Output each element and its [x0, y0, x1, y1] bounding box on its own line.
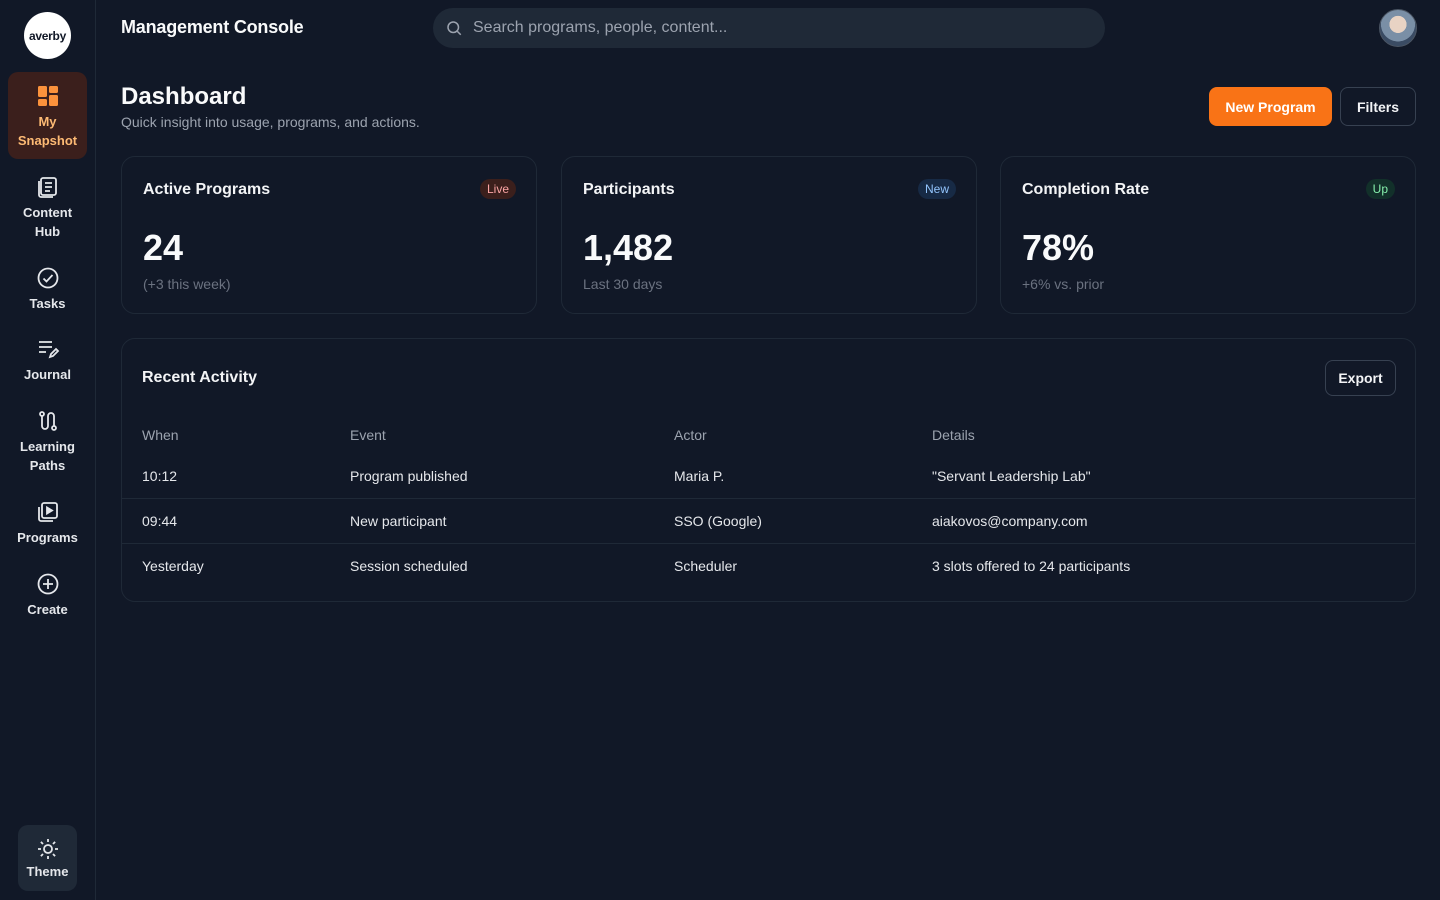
- cell-details: aiakovos@company.com: [932, 513, 1088, 529]
- stat-card-participants: Participants New 1,482 Last 30 days: [561, 156, 977, 314]
- table-row[interactable]: 10:12 Program published Maria P. "Servan…: [122, 453, 1415, 498]
- sidebar-item-label: Content Hub: [22, 205, 73, 239]
- page-title: Dashboard: [121, 83, 247, 110]
- cell-event: Session scheduled: [350, 558, 468, 574]
- cell-details: 3 slots offered to 24 participants: [932, 558, 1131, 574]
- stat-value: 1,482: [583, 227, 674, 268]
- sidebar: averby My Snapshot Content Hub Tasks Jou…: [0, 0, 96, 900]
- theme-label: Theme: [26, 864, 69, 879]
- theme-toggle-button[interactable]: Theme: [18, 825, 77, 891]
- grid-icon: [37, 86, 58, 106]
- stat-title: Active Programs: [143, 181, 271, 198]
- avatar[interactable]: [1379, 9, 1417, 47]
- sidebar-item-learning-paths[interactable]: Learning Paths: [8, 409, 87, 475]
- search-bar[interactable]: [433, 8, 1105, 48]
- column-header-event[interactable]: Event: [350, 427, 386, 443]
- column-header-actor[interactable]: Actor: [674, 427, 707, 443]
- cell-when: 09:44: [142, 513, 178, 529]
- cell-event: Program published: [350, 467, 468, 484]
- brand-logo[interactable]: averby: [24, 12, 71, 59]
- play-stack-icon: [37, 502, 58, 522]
- app-title: Management Console: [121, 17, 304, 37]
- sidebar-item-content-hub[interactable]: Content Hub: [8, 175, 87, 241]
- edit-lines-icon: [38, 341, 59, 359]
- panel-title: Recent Activity: [142, 369, 257, 386]
- sidebar-item-journal[interactable]: Journal: [8, 337, 87, 384]
- sidebar-item-programs[interactable]: Programs: [8, 500, 87, 547]
- cell-when: Yesterday: [142, 558, 204, 574]
- cell-event: New participant: [350, 513, 447, 529]
- sidebar-item-label: My Snapshot: [17, 114, 78, 148]
- new-program-button[interactable]: New Program: [1209, 87, 1332, 126]
- status-badge: New: [917, 179, 956, 199]
- sidebar-item-my-snapshot[interactable]: My Snapshot: [8, 72, 87, 159]
- sidebar-item-tasks[interactable]: Tasks: [8, 266, 87, 313]
- cell-actor: Scheduler: [674, 558, 738, 574]
- search-input[interactable]: [473, 19, 1073, 37]
- table-row[interactable]: Yesterday Session scheduled Scheduler 3 …: [122, 543, 1415, 588]
- table-row[interactable]: 09:44 New participant SSO (Google) aiako…: [122, 498, 1415, 543]
- stat-card-active-programs: Active Programs Live 24 (+3 this week): [121, 156, 537, 314]
- stat-subtext: Last 30 days: [583, 276, 663, 292]
- export-button[interactable]: Export: [1325, 360, 1396, 396]
- table-header-row: When Event Actor Details: [122, 417, 1415, 453]
- status-badge: Up: [1365, 179, 1395, 199]
- check-circle-icon: [37, 267, 58, 289]
- page-subtitle: Quick insight into usage, programs, and …: [121, 114, 420, 130]
- sun-icon: [37, 839, 58, 859]
- stat-title: Participants: [583, 181, 675, 198]
- sidebar-item-label: Tasks: [29, 296, 66, 311]
- cell-when: 10:12: [142, 467, 178, 484]
- sidebar-item-label: Create: [27, 602, 68, 617]
- sidebar-item-create[interactable]: Create: [8, 572, 87, 619]
- sidebar-item-label: Programs: [17, 530, 78, 545]
- cell-actor: Maria P.: [674, 467, 725, 484]
- stat-value: 24: [143, 227, 184, 268]
- stat-value: 78%: [1022, 227, 1095, 268]
- cell-actor: SSO (Google): [674, 513, 762, 529]
- search-icon: [447, 21, 462, 36]
- path-icon: [38, 411, 57, 431]
- recent-activity-panel: Recent Activity Export When Event Actor …: [121, 338, 1416, 602]
- document-icon: [37, 177, 57, 198]
- cell-details: "Servant Leadership Lab": [932, 467, 1091, 484]
- sidebar-item-label: Journal: [24, 367, 71, 382]
- stat-title: Completion Rate: [1022, 181, 1150, 198]
- status-badge: Live: [479, 179, 516, 199]
- filters-button[interactable]: Filters: [1340, 87, 1416, 126]
- activity-table: When Event Actor Details 10:12 Program p…: [122, 417, 1415, 588]
- sidebar-item-label: Learning Paths: [20, 439, 75, 473]
- stat-card-completion-rate: Completion Rate Up 78% +6% vs. prior: [1000, 156, 1416, 314]
- column-header-details[interactable]: Details: [932, 427, 975, 443]
- column-header-when[interactable]: When: [142, 427, 179, 443]
- plus-circle-icon: [37, 573, 58, 595]
- stat-subtext: +6% vs. prior: [1022, 276, 1105, 292]
- stat-subtext: (+3 this week): [143, 276, 231, 292]
